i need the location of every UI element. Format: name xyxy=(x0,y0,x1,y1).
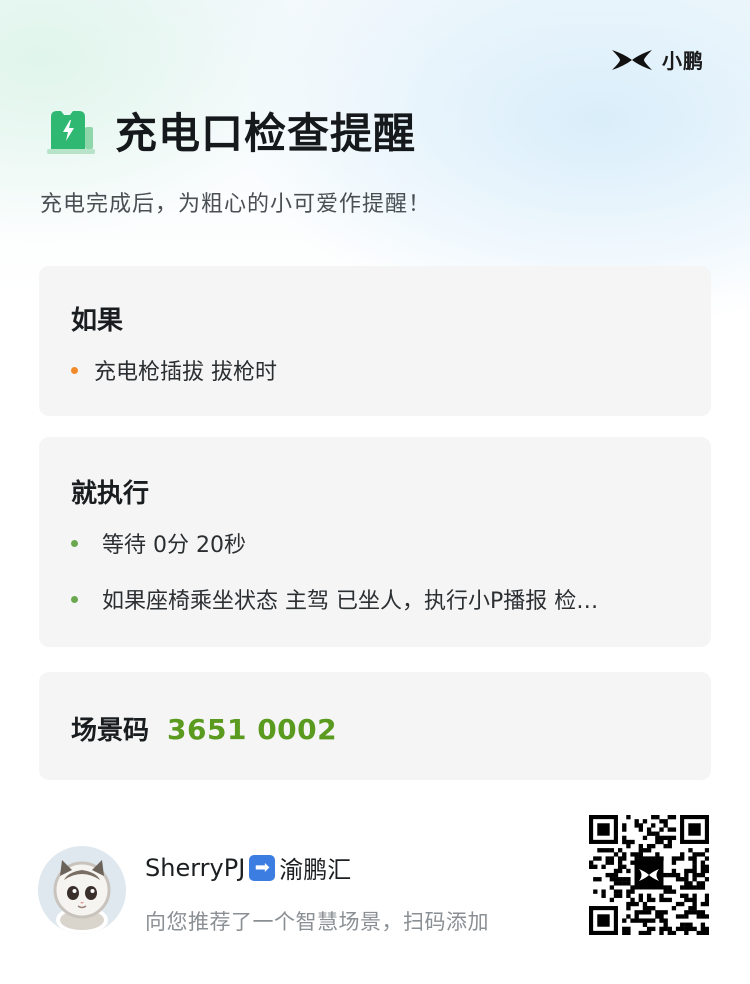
scene-code-value[interactable]: 3651 0002 xyxy=(167,713,337,746)
bullet-dot-icon xyxy=(71,366,78,374)
action-item: 等待 0分 20秒 xyxy=(71,527,246,559)
action-item-text: 如果座椅乘坐状态 主驾 已坐人，执行小P播报 检… xyxy=(102,589,599,614)
qr-code[interactable] xyxy=(589,815,709,935)
brand-logo: 小鹏 xyxy=(610,45,704,74)
condition-heading: 如果 xyxy=(71,306,124,336)
right-arrow-icon: ➡ xyxy=(249,854,276,881)
action-card: 就执行 等待 0分 20秒 如果座椅乘坐状态 主驾 已坐人，执行小P播报 检… xyxy=(39,437,711,647)
author-name: SherryPJ ➡ 渝鹏汇 xyxy=(145,850,351,885)
author-name-part2: 渝鹏汇 xyxy=(279,856,352,884)
action-item-text: 等待 0分 20秒 xyxy=(102,533,246,558)
action-item: 如果座椅乘坐状态 主驾 已坐人，执行小P播报 检… xyxy=(71,583,598,615)
scene-code-label: 场景码 xyxy=(71,716,150,746)
condition-item: 充电枪插拔 拔枪时 xyxy=(71,354,277,386)
bullet-dot-icon xyxy=(71,595,78,603)
author-name-part1: SherryPJ xyxy=(145,853,246,882)
bullet-dot-icon xyxy=(71,539,78,547)
condition-item-text: 充电枪插拔 拔枪时 xyxy=(94,360,277,385)
condition-card: 如果 充电枪插拔 拔枪时 xyxy=(39,266,711,416)
scene-code-row: 场景码 3651 0002 xyxy=(71,710,337,747)
author-description: 向您推荐了一个智慧场景，扫码添加 xyxy=(145,910,489,934)
action-heading: 就执行 xyxy=(71,479,150,509)
title-row: 充电口检查提醒 xyxy=(45,100,416,161)
scene-code-card: 场景码 3651 0002 xyxy=(39,672,711,780)
xpeng-logo-icon xyxy=(610,48,654,72)
brand-label: 小鹏 xyxy=(662,49,704,73)
avatar xyxy=(38,846,126,934)
page-title: 充电口检查提醒 xyxy=(115,109,417,158)
page-subtitle: 充电完成后，为粗心的小可爱作提醒！ xyxy=(40,192,432,217)
charging-station-icon xyxy=(45,107,97,155)
